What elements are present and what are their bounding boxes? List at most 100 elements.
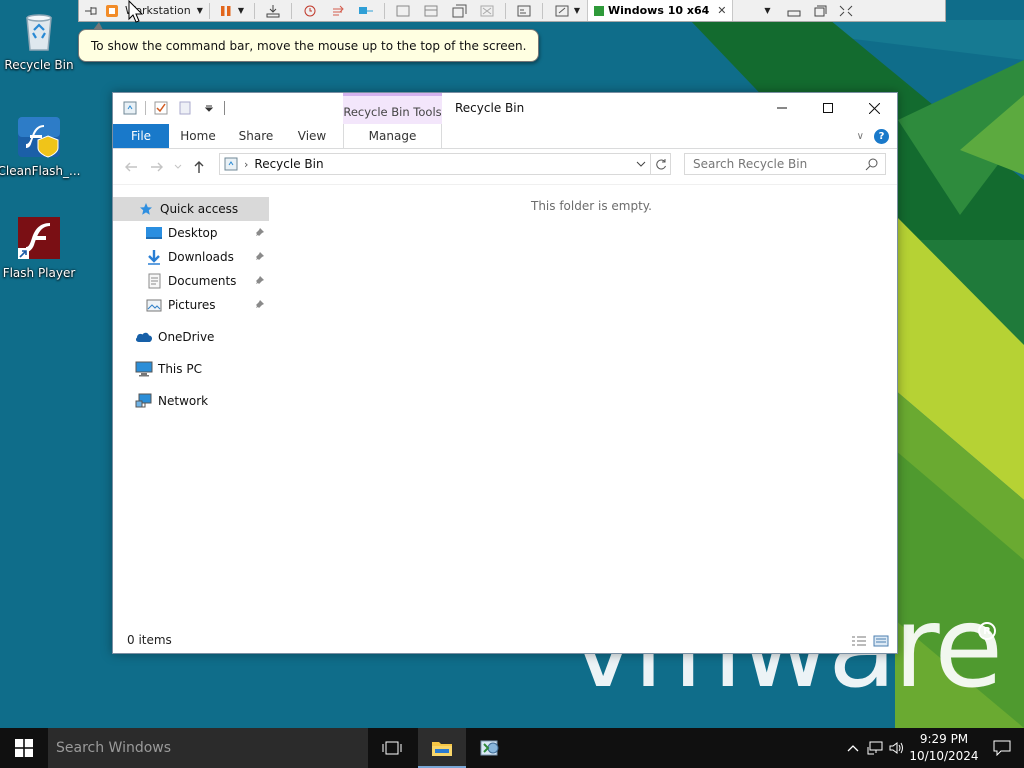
forward-button[interactable] [147,157,167,177]
address-history-button[interactable] [632,154,650,174]
nav-item-this-pc[interactable]: This PC [113,357,269,381]
tab-manage[interactable]: Manage [343,124,442,148]
view-console-icon [396,5,410,16]
revert-snapshot-icon [333,5,344,15]
system-tray: 9:29 PM 10/10/2024 [842,728,1024,768]
full-screen-button[interactable] [445,1,473,21]
nav-item-network[interactable]: Network [113,389,269,413]
unity-button[interactable] [473,1,501,21]
desktop-icon-cleanflash[interactable]: CleanFlash_... [0,114,81,178]
stretch-guest-button[interactable]: ▼ [547,1,587,21]
separator [224,101,225,115]
taskbar-search-box[interactable]: Search Windows [48,728,368,768]
search-box[interactable]: Search Recycle Bin [684,153,886,175]
minimize-icon [787,10,801,16]
minimize-button[interactable] [759,93,805,123]
view-thumbnails-icon [424,5,438,16]
registered-mark-icon: R [978,622,996,640]
properties-button[interactable] [152,99,170,117]
file-explorer-window: Recycle Bin Tools Recycle Bin File Home … [112,92,898,654]
new-folder-button[interactable] [176,99,194,117]
desktop-icon-flash-player[interactable]: Flash Player [0,216,78,280]
chevron-down-icon: ▼ [237,6,245,15]
address-path[interactable]: Recycle Bin [254,157,323,171]
exit-full-screen-button[interactable] [833,1,859,21]
minimize-bar-button[interactable] [781,1,807,21]
start-button[interactable] [0,728,48,768]
windows-logo-icon [15,739,33,757]
minimize-icon [777,107,787,109]
clock-date: 10/10/2024 [909,749,979,763]
nav-label: Pictures [168,298,216,312]
network-tray-icon[interactable] [864,728,886,768]
nav-item-desktop[interactable]: Desktop [113,221,269,245]
network-icon [135,392,153,410]
chevron-down-icon: ▼ [573,6,581,15]
large-icons-view-icon[interactable] [873,635,889,647]
expand-ribbon-icon[interactable]: ∨ [857,131,864,142]
status-item-count: 0 items [127,633,172,647]
send-keys-button[interactable] [259,1,287,21]
maximize-icon [823,103,833,113]
console-view-button[interactable] [510,1,538,21]
show-hidden-icons-button[interactable] [842,728,864,768]
volume-icon[interactable] [886,728,908,768]
context-tab-title: Recycle Bin Tools [343,105,442,119]
up-button[interactable] [189,157,209,177]
nav-item-pictures[interactable]: Pictures [113,293,269,317]
customize-toolbar-button[interactable] [200,99,218,117]
tab-list-button[interactable]: ▼ [753,1,781,21]
taskbar-control-panel[interactable] [466,728,514,768]
pin-icon[interactable] [255,227,265,237]
address-bar[interactable]: › Recycle Bin [219,153,651,175]
control-panel-icon [480,740,499,756]
refresh-button[interactable] [651,153,671,175]
pin-icon[interactable] [255,251,265,261]
pin-icon[interactable] [255,275,265,285]
view-thumbnails-button[interactable] [417,1,445,21]
snapshot-button[interactable] [296,1,324,21]
clock[interactable]: 9:29 PM 10/10/2024 [908,731,980,765]
details-view-icon[interactable] [851,635,867,647]
desktop-icon-recycle-bin[interactable]: Recycle Bin [0,8,78,72]
restore-icon [814,5,827,16]
tab-home[interactable]: Home [169,124,227,148]
snapshot-manager-button[interactable] [352,1,380,21]
file-explorer-icon [432,742,452,756]
star-icon [137,200,155,218]
chevron-down-icon [204,105,214,112]
navigation-pane: Quick access Desktop Downloads Documents [113,197,271,627]
taskbar-file-explorer[interactable] [418,728,466,768]
snapshot-manager-icon [359,6,373,14]
action-center-button[interactable] [980,728,1024,768]
stretch-guest-icon [555,5,569,16]
recent-locations-button[interactable] [173,157,183,177]
restore-bar-button[interactable] [807,1,833,21]
help-icon[interactable]: ? [874,129,889,144]
task-view-button[interactable] [368,728,416,768]
desktop-icon-label: CleanFlash_... [0,164,81,178]
breadcrumb-chevron-icon[interactable]: › [244,158,248,171]
nav-item-downloads[interactable]: Downloads [113,245,269,269]
tab-view[interactable]: View [285,124,339,148]
maximize-button[interactable] [805,93,851,123]
pin-icon[interactable] [255,299,265,309]
nav-item-quick-access[interactable]: Quick access [113,197,269,221]
pause-button[interactable]: ▼ [214,1,250,21]
pin-icon[interactable] [79,1,103,21]
view-console-button[interactable] [389,1,417,21]
back-button[interactable] [121,157,141,177]
clock-time: 9:29 PM [919,732,969,746]
revert-snapshot-button[interactable] [324,1,352,21]
tab-file[interactable]: File [113,124,169,148]
nav-label: Downloads [168,250,234,264]
close-tab-icon[interactable]: ✕ [717,4,726,17]
nav-item-onedrive[interactable]: OneDrive [113,325,269,349]
mouse-cursor-icon [128,0,144,23]
vm-tab-windows-10[interactable]: Windows 10 x64 ✕ [587,0,734,21]
separator [384,2,385,19]
tab-share[interactable]: Share [227,124,285,148]
close-button[interactable] [851,93,897,123]
nav-item-documents[interactable]: Documents [113,269,269,293]
separator [291,2,292,19]
